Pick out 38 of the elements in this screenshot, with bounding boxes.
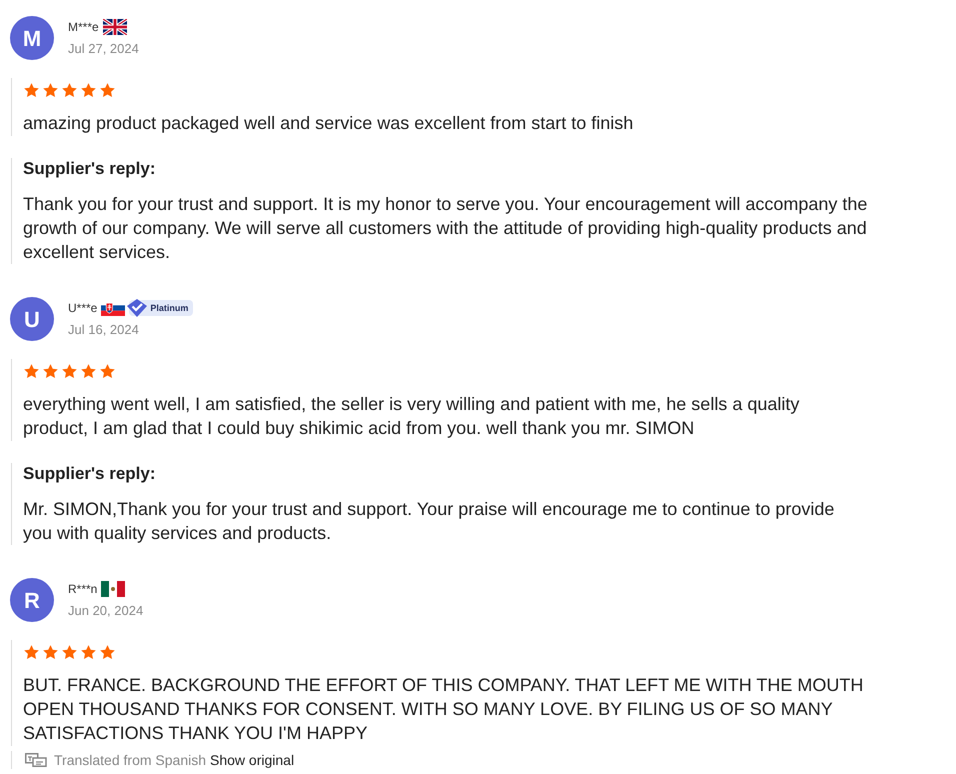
- review-date: Jul 16, 2024: [68, 321, 140, 339]
- review-text: amazing product packaged well and service was excellent from start to finish: [23, 112, 634, 135]
- avatar: U: [10, 297, 54, 341]
- review-date: Jul 27, 2024: [68, 40, 139, 58]
- translate-icon: [25, 753, 47, 767]
- review-text: BUT. FRANCE. BACKGROUND THE EFFORT OF THIS COMPANY. THAT LEFT ME WITH THE MOUTH OPEN THOUSAND THANKS FOR CONSENT. WITH SO MANY LOVE. BY FILING US OF SO MANY SATISFACTIONS THANK YOU I'M HAPPY: [23, 674, 864, 745]
- star-icon: [61, 644, 78, 660]
- reply-heading: Supplier's reply:: [23, 463, 156, 485]
- review-text: everything went well, I am satisfied, the seller is very willing and patient with me, he sells a quality product, I am glad that I could buy shikimic acid from you. well thank you mr. SIMON: [23, 393, 800, 440]
- uk-flag-icon: [102, 19, 127, 35]
- star-icon: [80, 644, 97, 660]
- reply-text: Mr. SIMON,Thank you for your trust and support. Your praise will encourage me to continue to provide you with quality services and products.: [23, 498, 836, 545]
- star-icon: [80, 82, 97, 98]
- review-date: Jun 20, 2024: [68, 602, 144, 620]
- star-icon: [23, 82, 40, 98]
- star-icon: [80, 362, 97, 380]
- star-icon: [99, 82, 116, 98]
- star-icon: [61, 362, 78, 380]
- reviewer-name: U***e: [68, 300, 98, 317]
- star-icon: [23, 644, 40, 660]
- star-icon: [99, 644, 116, 660]
- translation-note: Translated from Spanish: [54, 751, 206, 769]
- star-icon: [42, 644, 59, 660]
- reviewer-name: R***n: [68, 581, 98, 598]
- avatar: R: [10, 578, 54, 622]
- diamond-check-icon: [127, 299, 148, 317]
- star-icon: [42, 362, 59, 380]
- reply-text: Thank you for your trust and support. It is my honor to serve you. Your encouragement will accompany the growth of our company. We will serve all customers with the attitude of providing high-quality products and excellent services.: [23, 193, 868, 264]
- badge-label: Platinum: [150, 302, 188, 314]
- mexico-flag-icon: [101, 581, 126, 597]
- star-icon: [42, 82, 59, 98]
- avatar: M: [10, 16, 54, 60]
- reviewer-name: M***e: [68, 19, 99, 36]
- star-icon: [23, 362, 40, 380]
- star-icon: [99, 362, 116, 380]
- show-original-link[interactable]: Show original: [210, 751, 294, 769]
- reply-heading: Supplier's reply:: [23, 158, 156, 180]
- star-icon: [61, 82, 78, 98]
